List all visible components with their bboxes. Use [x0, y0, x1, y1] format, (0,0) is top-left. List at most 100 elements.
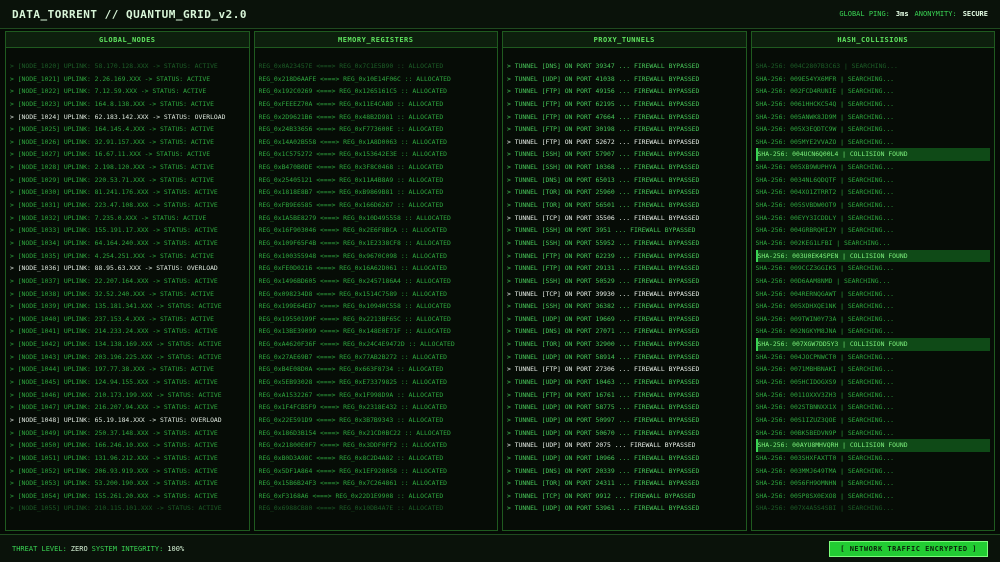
hashes-log-line: SHA-256: 0071MBHBNAKI | SEARCHING...: [755, 365, 895, 374]
nodes-log-line: > [NODE_1032] UPLINK: 7.235.0.XXX -> STA…: [10, 213, 207, 222]
hashes-log-line: SHA-256: 004GRBRQHIJY | SEARCHING...: [755, 226, 895, 235]
hashes-log-line: SHA-256: 002KEG1LFBI | SEARCHING...: [755, 238, 891, 247]
panel-log[interactable]: REG_0x0A23457E <===> REG_0x7C1E5B90 :: A…: [255, 48, 498, 515]
nodes-log-line: > [NODE_1052] UPLINK: 206.93.919.XXX -> …: [10, 466, 218, 475]
hashes-log-line: SHA-256: 00D6AAM8NMD | SEARCHING...: [755, 276, 891, 285]
panel-title: MEMORY_REGISTERS: [254, 32, 497, 48]
nodes-log-line: > [NODE_1030] UPLINK: 81.241.176.XXX -> …: [10, 188, 218, 197]
memory-log-line: REG_0x13BE39099 <===> REG_0x148E0E71F ::…: [258, 327, 451, 336]
nodes-log-line: > [NODE_1045] UPLINK: 124.94.155.XXX -> …: [10, 378, 218, 387]
panel-hash-collisions: HASH_COLLISIONS SHA-256: 004C2807B3C63 |…: [750, 31, 995, 531]
nodes-log-line: > [NODE_1036] UPLINK: 88.95.63.XXX -> ST…: [10, 264, 218, 273]
app-title: DATA_TORRENT // QUANTUM_GRID_v2.0: [12, 7, 248, 21]
tunnels-log-line: > TUNNEL [SSH] ON PORT 57907 ... FIREWAL…: [507, 150, 700, 159]
memory-log-line: REG_0xB0D3A98C <===> REG_0x8C2D4A82 :: A…: [258, 453, 444, 462]
hashes-log-line: SHA-256: 002STBNNXX1X | SEARCHING...: [755, 403, 895, 412]
panel-log[interactable]: SHA-256: 004C2807B3C63 | SEARCHING... SHA…: [752, 48, 995, 515]
tunnels-log-line: > TUNNEL [SSH] ON PORT 10368 ... FIREWAL…: [507, 163, 700, 172]
hashes-log-line: SHA-256: 003U0EK4SPEN | COLLISION FOUND: [755, 249, 990, 263]
nodes-log-line: > [NODE_1028] UPLINK: 2.198.120.XXX -> S…: [10, 163, 214, 172]
memory-log-line: REG_0xA1532267 <===> REG_0x1F998D9A :: A…: [258, 390, 444, 399]
memory-log-line: REG_0x1496BD605 <===> REG_0x2457186A4 ::…: [258, 276, 451, 285]
nodes-log-line: > [NODE_1044] UPLINK: 197.77.38.XXX -> S…: [10, 365, 214, 374]
hashes-log-line: SHA-256: 004UCN6Q00L4 | COLLISION FOUND: [755, 148, 990, 162]
nodes-log-line: > [NODE_1050] UPLINK: 166.246.10.XXX -> …: [10, 441, 218, 450]
hashes-log-line: SHA-256: 002NGKYM8JNA | SEARCHING...: [755, 327, 895, 336]
hashes-log-line: SHA-256: 00BK5BEDVN9P | SEARCHING...: [755, 428, 895, 437]
panel-log[interactable]: > [NODE_1020] UPLINK: 58.170.128.XXX -> …: [6, 48, 249, 515]
memory-log-line: REG_0x1F4FCB5F9 <===> REG_0x2318E432 :: …: [258, 403, 448, 412]
memory-log-line: REG_0x27AE69B7 <===> REG_0x77AB2B272 :: …: [258, 352, 448, 361]
tunnels-log-line: > TUNNEL [TCP] ON PORT 9912 ... FIREWALL…: [507, 491, 696, 500]
memory-log-line: REG_0xB4E08D0A <===> REG_0x663F8734 :: A…: [258, 365, 444, 374]
hashes-log-line: SHA-256: 005MYE2VVAZO | SEARCHING...: [755, 137, 895, 146]
nodes-log-line: > [NODE_1042] UPLINK: 134.138.169.XXX ->…: [10, 340, 222, 349]
tunnels-log-line: > TUNNEL [DNS] ON PORT 65013 ... FIREWAL…: [507, 175, 700, 184]
memory-log-line: REG_0x24B33656 <===> REG_0xF773600E :: A…: [258, 125, 444, 134]
tunnels-log-line: > TUNNEL [UDP] ON PORT 19669 ... FIREWAL…: [507, 314, 700, 323]
tunnels-log-line: > TUNNEL [DNS] ON PORT 39347 ... FIREWAL…: [507, 62, 700, 70]
tunnels-log-line: > TUNNEL [SSH] ON PORT 3951 ... FIREWALL…: [507, 226, 696, 235]
top-bar: DATA_TORRENT // QUANTUM_GRID_v2.0 GLOBAL…: [0, 0, 1000, 29]
panel-log[interactable]: > TUNNEL [DNS] ON PORT 39347 ... FIREWAL…: [503, 48, 746, 515]
bottom-bar: THREAT LEVEL: ZERO SYSTEM INTEGRITY: 100…: [0, 534, 1000, 562]
panels-container: GLOBAL_NODES > [NODE_1020] UPLINK: 58.17…: [5, 31, 995, 531]
tunnels-log-line: > TUNNEL [DNS] ON PORT 27071 ... FIREWAL…: [507, 327, 700, 336]
memory-log-line: REG_0x14A02B558 <===> REG_0x1A8D0063 :: …: [258, 137, 448, 146]
ping-value: 3ms: [895, 10, 909, 18]
nodes-log-line: > [NODE_1054] UPLINK: 155.261.20.XXX -> …: [10, 491, 218, 500]
tunnels-log-line: > TUNNEL [FTP] ON PORT 47664 ... FIREWAL…: [507, 112, 700, 121]
tunnels-log-line: > TUNNEL [TOR] ON PORT 24311 ... FIREWAL…: [507, 479, 700, 488]
memory-log-line: REG_0x1C575272 <===> REG_0x153642E3E :: …: [258, 150, 448, 159]
panel-title: PROXY_TUNNELS: [503, 32, 746, 48]
memory-log-line: REG_0x6988CB80 <===> REG_0x10DB4A7E :: A…: [258, 504, 444, 513]
nodes-log-line: > [NODE_1037] UPLINK: 22.207.164.XXX -> …: [10, 276, 218, 285]
nodes-log-line: > [NODE_1034] UPLINK: 64.164.240.XXX -> …: [10, 238, 218, 247]
nodes-log-line: > [NODE_1022] UPLINK: 7.12.59.XXX -> STA…: [10, 87, 207, 96]
nodes-log-line: > [NODE_1047] UPLINK: 216.207.94.XXX -> …: [10, 403, 218, 412]
memory-log-line: REG_0x1818E8B7 <===> REG_0xB9869B81 :: A…: [258, 188, 444, 197]
nodes-log-line: > [NODE_1024] UPLINK: 62.183.142.XXX -> …: [10, 112, 226, 121]
nodes-log-line: > [NODE_1023] UPLINK: 164.8.138.XXX -> S…: [10, 99, 214, 108]
memory-log-line: REG_0x192C0269 <===> REG_0x1265161C5 :: …: [258, 87, 448, 96]
memory-log-line: REG_0x5EB93028 <===> REG_0xE73379825 :: …: [258, 378, 448, 387]
memory-log-line: REG_0x22E591D9 <===> REG_0x3B7B9343 :: A…: [258, 415, 444, 424]
memory-log-line: REG_0x100355948 <===> REG_0x9670C098 :: …: [258, 251, 448, 260]
integrity-value: 100%: [167, 544, 185, 553]
tunnels-log-line: > TUNNEL [FTP] ON PORT 27306 ... FIREWAL…: [507, 365, 700, 374]
tunnels-log-line: > TUNNEL [FTP] ON PORT 16761 ... FIREWAL…: [507, 390, 700, 399]
hashes-log-line: SHA-256: 0034NL6QDQTF | SEARCHING...: [755, 175, 895, 184]
panel-memory-registers: MEMORY_REGISTERS REG_0x0A23457E <===> RE…: [253, 31, 498, 531]
memory-log-line: REG_0x199E64ED7 <===> REG_0x10940C558 ::…: [258, 302, 451, 311]
tunnels-log-line: > TUNNEL [UDP] ON PORT 50997 ... FIREWAL…: [507, 415, 700, 424]
nodes-log-line: > [NODE_1031] UPLINK: 223.47.108.XXX -> …: [10, 201, 218, 210]
tunnels-log-line: > TUNNEL [SSH] ON PORT 50529 ... FIREWAL…: [507, 276, 700, 285]
nodes-log-line: > [NODE_1055] UPLINK: 210.115.101.XXX ->…: [10, 504, 222, 513]
hashes-log-line: SHA-256: 005SVBDW0OT9 | SEARCHING...: [755, 201, 895, 210]
hashes-log-line: SHA-256: 005XDHXQE1NK | SEARCHING...: [755, 302, 895, 311]
hashes-log-line: SHA-256: 005XB9WUPHYA | SEARCHING...: [755, 163, 895, 172]
memory-log-line: REG_0x5DF1A864 <===> REG_0x1EF928058 :: …: [258, 466, 448, 475]
tunnels-log-line: > TUNNEL [FTP] ON PORT 62195 ... FIREWAL…: [507, 99, 700, 108]
tunnels-log-line: > TUNNEL [TCP] ON PORT 39930 ... FIREWAL…: [507, 289, 700, 298]
nodes-log-line: > [NODE_1025] UPLINK: 164.145.4.XXX -> S…: [10, 125, 214, 134]
memory-log-line: REG_0xB470B0DE <===> REG_0x3F8C0468 :: A…: [258, 163, 444, 172]
hashes-log-line: SHA-256: 009CCZ3GGIKS | SEARCHING...: [755, 264, 895, 273]
memory-log-line: REG_0xF3168A6 <===> REG_0x22D1E9908 :: A…: [258, 491, 444, 500]
hashes-log-line: SHA-256: 007XGW7DD5Y3 | COLLISION FOUND: [755, 338, 990, 351]
memory-log-line: REG_0x25405121 <===> REG_0x11A4B8A9 :: A…: [258, 175, 444, 184]
tunnels-log-line: > TUNNEL [TOR] ON PORT 32900 ... FIREWAL…: [507, 340, 700, 349]
nodes-log-line: > [NODE_1043] UPLINK: 203.196.225.XXX ->…: [10, 352, 222, 361]
anonymity-label: ANONYMITY:: [914, 10, 957, 18]
panel-title: GLOBAL_NODES: [6, 32, 249, 48]
system-status: THREAT LEVEL: ZERO SYSTEM INTEGRITY: 100…: [12, 545, 184, 553]
hashes-log-line: SHA-256: 005HCIDOGXS9 | SEARCHING...: [755, 378, 895, 387]
panel-title: HASH_COLLISIONS: [751, 32, 994, 48]
memory-log-line: REG_0x15B6B24F3 <===> REG_0x7C264861 :: …: [258, 479, 448, 488]
tunnels-log-line: > TUNNEL [TOR] ON PORT 56501 ... FIREWAL…: [507, 201, 700, 210]
nodes-log-line: > [NODE_1039] UPLINK: 135.181.341.XXX ->…: [10, 302, 222, 311]
tunnels-log-line: > TUNNEL [FTP] ON PORT 52672 ... FIREWAL…: [507, 137, 700, 146]
memory-log-line: REG_0x16F903046 <===> REG_0x2E6F8BCA :: …: [258, 226, 448, 235]
hashes-log-line: SHA-256: 002FCD4RUNIE | SEARCHING...: [755, 87, 895, 96]
hashes-log-line: SHA-256: 004XO1ZTRRT2 | SEARCHING...: [755, 188, 895, 197]
